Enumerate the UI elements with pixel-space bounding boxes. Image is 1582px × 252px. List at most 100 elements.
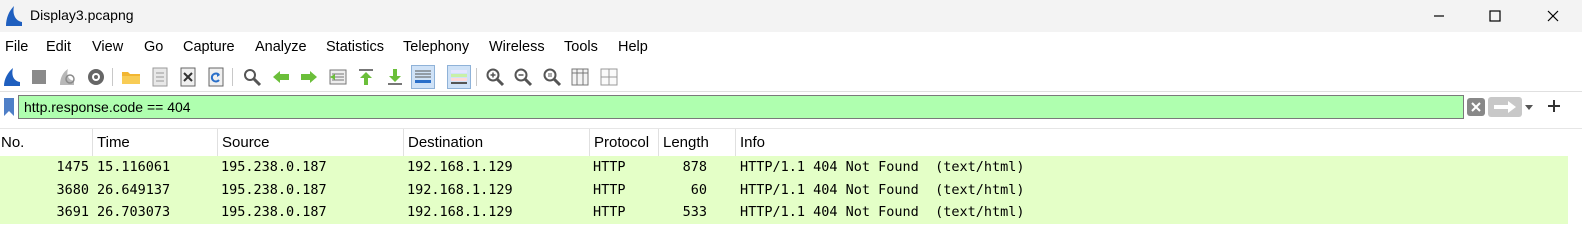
- display-filter-input[interactable]: http.response.code == 404: [18, 95, 1464, 119]
- cell-length: 533: [682, 204, 707, 221]
- go-to-packet-icon: [329, 69, 347, 85]
- cell-time: 15.116061: [97, 159, 171, 175]
- open-file-icon: [122, 72, 140, 84]
- reload-file-button[interactable]: [204, 65, 228, 89]
- column-header-length[interactable]: Length: [659, 129, 736, 157]
- go-first-button[interactable]: [354, 65, 378, 89]
- toolbar-separator: [112, 68, 113, 86]
- go-back-button[interactable]: [269, 65, 293, 89]
- maximize-icon: [1489, 10, 1501, 22]
- zoom-in-button[interactable]: [483, 65, 507, 89]
- menu-statistics[interactable]: Statistics: [326, 39, 384, 55]
- zoom-normal-icon: [543, 68, 562, 87]
- table-row[interactable]: 3680 26.649137 195.238.0.187 192.168.1.1…: [0, 178, 1568, 202]
- start-capture-button[interactable]: [0, 65, 24, 89]
- window-title: Display3.pcapng: [30, 7, 134, 23]
- column-header-time[interactable]: Time: [93, 129, 218, 157]
- column-header-info[interactable]: Info: [736, 129, 1582, 157]
- cell-protocol: HTTP: [593, 181, 626, 198]
- display-filter-bar: http.response.code == 404: [0, 95, 1582, 121]
- column-header-source[interactable]: Source: [218, 129, 404, 157]
- zoom-normal-button[interactable]: [540, 65, 564, 89]
- cell-protocol: HTTP: [593, 204, 626, 221]
- close-file-button[interactable]: [176, 65, 200, 89]
- cell-length: 878: [682, 159, 707, 175]
- stop-capture-button[interactable]: [27, 65, 51, 89]
- open-file-button[interactable]: [119, 65, 143, 89]
- stop-capture-icon: [32, 70, 46, 84]
- cell-time: 26.649137: [97, 181, 171, 198]
- cell-destination: 192.168.1.129: [407, 159, 513, 175]
- go-forward-icon: [301, 71, 317, 83]
- save-file-icon: [152, 67, 168, 87]
- find-packet-icon: [244, 69, 262, 87]
- autoscroll-icon: [415, 70, 431, 83]
- colorize-button[interactable]: [447, 65, 471, 89]
- menu-wireless[interactable]: Wireless: [489, 39, 545, 55]
- minimize-button[interactable]: [1416, 0, 1462, 32]
- wireshark-fin-icon: [6, 6, 22, 26]
- menu-analyze[interactable]: Analyze: [255, 39, 307, 55]
- toolbar-separator: [476, 68, 477, 86]
- table-row[interactable]: 1475 15.116061 195.238.0.187 192.168.1.1…: [0, 156, 1568, 179]
- clear-filter-icon[interactable]: [1467, 98, 1485, 116]
- capture-options-button[interactable]: [84, 65, 108, 89]
- add-filter-button-icon[interactable]: [1547, 99, 1561, 113]
- main-toolbar: [0, 62, 1582, 92]
- menu-edit[interactable]: Edit: [46, 39, 71, 55]
- resize-columns-button[interactable]: [568, 65, 592, 89]
- minimize-icon: [1434, 15, 1444, 17]
- cell-protocol: HTTP: [593, 159, 626, 175]
- close-file-icon: [180, 67, 196, 87]
- cell-source: 195.238.0.187: [221, 181, 327, 198]
- cell-source: 195.238.0.187: [221, 204, 327, 221]
- packet-list: 1475 15.116061 195.238.0.187 192.168.1.1…: [0, 156, 1582, 224]
- layout-button[interactable]: [597, 65, 621, 89]
- go-last-icon: [388, 69, 402, 85]
- table-row[interactable]: 3691 26.703073 195.238.0.187 192.168.1.1…: [0, 201, 1568, 224]
- resize-columns-icon: [571, 68, 589, 86]
- apply-filter-arrow-icon[interactable]: [1488, 97, 1522, 117]
- column-header-no[interactable]: No.: [0, 129, 93, 157]
- cell-no: 1475: [56, 159, 89, 175]
- menu-telephony[interactable]: Telephony: [403, 39, 469, 55]
- menu-go[interactable]: Go: [144, 39, 163, 55]
- cell-info: HTTP/1.1 404 Not Found (text/html): [740, 181, 1025, 198]
- packet-list-header: No. Time Source Destination Protocol Len…: [0, 128, 1582, 157]
- menu-file[interactable]: File: [5, 39, 28, 55]
- column-header-destination[interactable]: Destination: [404, 129, 590, 157]
- maximize-button[interactable]: [1472, 0, 1518, 32]
- go-first-icon: [359, 69, 373, 85]
- cell-destination: 192.168.1.129: [407, 181, 513, 198]
- cell-source: 195.238.0.187: [221, 159, 327, 175]
- go-forward-button[interactable]: [297, 65, 321, 89]
- bookmark-icon[interactable]: [2, 97, 16, 117]
- title-bar: Display3.pcapng: [0, 0, 1582, 32]
- menu-capture[interactable]: Capture: [183, 39, 235, 55]
- cell-destination: 192.168.1.129: [407, 204, 513, 221]
- save-file-button[interactable]: [148, 65, 172, 89]
- go-last-button[interactable]: [383, 65, 407, 89]
- filter-history-dropdown-icon[interactable]: [1523, 101, 1535, 113]
- cell-info: HTTP/1.1 404 Not Found (text/html): [740, 204, 1025, 221]
- find-packet-button[interactable]: [240, 65, 264, 89]
- menu-view[interactable]: View: [92, 39, 123, 55]
- menu-tools[interactable]: Tools: [564, 39, 598, 55]
- cell-length: 60: [690, 181, 707, 198]
- toolbar-separator: [232, 68, 233, 86]
- go-to-packet-button[interactable]: [326, 65, 350, 89]
- cell-no: 3680: [56, 181, 89, 198]
- column-header-protocol[interactable]: Protocol: [590, 129, 659, 157]
- zoom-out-button[interactable]: [511, 65, 535, 89]
- close-button[interactable]: [1530, 0, 1576, 32]
- menu-help[interactable]: Help: [618, 39, 648, 55]
- go-back-icon: [273, 71, 289, 83]
- autoscroll-button[interactable]: [411, 65, 435, 89]
- cell-no: 3691: [56, 204, 89, 221]
- display-filter-text[interactable]: http.response.code == 404: [24, 99, 191, 115]
- start-capture-icon: [4, 68, 20, 86]
- close-icon: [1547, 10, 1559, 22]
- capture-options-icon: [88, 69, 104, 85]
- layout-icon: [600, 68, 618, 86]
- restart-capture-button[interactable]: [55, 65, 79, 89]
